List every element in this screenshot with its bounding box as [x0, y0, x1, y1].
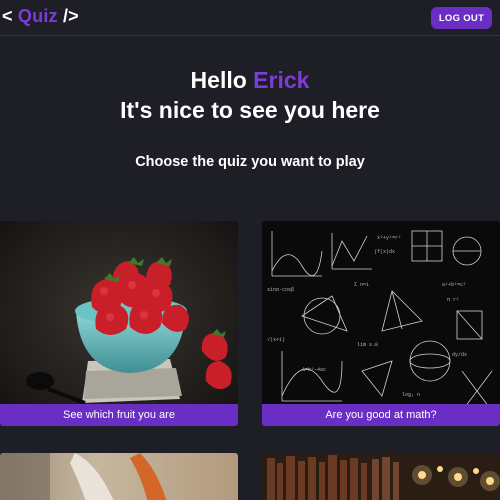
user-name: Erick [253, 67, 310, 93]
quiz-card-fruit[interactable]: See which fruit you are [0, 221, 238, 426]
greeting-hello: Hello [190, 67, 247, 93]
greeting-heading: Hello Erick [0, 66, 500, 94]
logo-open-bracket: < [2, 6, 13, 26]
svg-text:a²+b²=c²: a²+b²=c² [442, 282, 466, 288]
svg-text:√(x+1): √(x+1) [267, 336, 285, 343]
quiz-home-page: < Quiz /> LOG OUT Hello Erick It's nice … [0, 0, 500, 500]
logo-close-bracket: /> [62, 6, 79, 26]
logo-word: Quiz [17, 6, 58, 26]
quiz-card-3-image [0, 453, 238, 500]
top-navbar: < Quiz /> LOG OUT [0, 0, 500, 36]
svg-text:Σ n=1: Σ n=1 [354, 282, 369, 288]
svg-text:π r²: π r² [447, 297, 459, 303]
svg-text:Δ=b²−4ac: Δ=b²−4ac [302, 367, 326, 373]
svg-text:∫f(x)dx: ∫f(x)dx [374, 249, 395, 255]
svg-text:lim x→0: lim x→0 [357, 342, 378, 348]
logout-button[interactable]: LOG OUT [431, 7, 492, 29]
svg-text:sinα·cosβ: sinα·cosβ [267, 287, 294, 293]
strawberry-bowl-image [0, 221, 238, 426]
svg-text:x²+y²=r²: x²+y²=r² [377, 235, 401, 241]
quiz-logo[interactable]: < Quiz /> [2, 6, 79, 27]
greeting-subtitle: It's nice to see you here [120, 97, 380, 123]
quiz-card-math[interactable]: x²+y²=r² ∫f(x)dx sinα·cosβ Σ n=1 a²+b²=c… [262, 221, 500, 426]
svg-text:dy/dx: dy/dx [452, 352, 467, 358]
choose-quiz-prompt: Choose the quiz you want to play [135, 154, 365, 170]
math-chalkboard-image: x²+y²=r² ∫f(x)dx sinα·cosβ Σ n=1 a²+b²=c… [262, 221, 500, 426]
svg-text:log₂ n: log₂ n [402, 392, 420, 398]
quiz-card-4-image [262, 453, 500, 500]
quiz-card-3[interactable] [0, 453, 238, 500]
quiz-card-label: Are you good at math? [262, 404, 500, 426]
quiz-card-4[interactable] [262, 453, 500, 500]
quiz-card-label: See which fruit you are [0, 404, 238, 426]
